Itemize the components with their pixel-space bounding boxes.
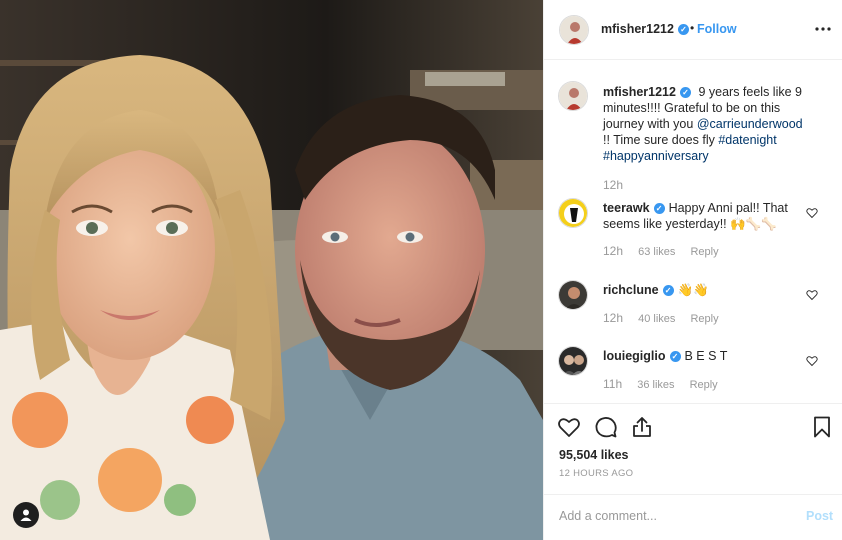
commenter-avatar[interactable] [558,198,588,228]
reply-button[interactable]: Reply [690,313,718,325]
post-comment-button[interactable]: Post [806,509,833,523]
verified-badge-icon: ✓ [653,203,665,215]
author-avatar[interactable] [558,81,588,111]
caption-body-2: !! Time sure does fly [603,133,719,147]
heart-icon[interactable] [557,415,581,439]
user-tag-icon [20,509,32,521]
comment-body: B E S T [684,349,728,363]
caption-text: mfisher1212 ✓ 9 years feels like 9 minute… [603,84,813,164]
user-tag-button[interactable] [13,502,39,528]
comments-list[interactable]: mfisher1212 ✓ 9 years feels like 9 minute… [544,61,842,403]
verified-badge-icon: ✓ [677,24,689,36]
heart-icon[interactable] [806,289,818,301]
bookmark-icon[interactable] [810,415,834,439]
comment-meta: 12h 40 likes Reply [603,311,731,325]
hashtag-link[interactable]: #datenight [718,133,776,147]
comment-likes[interactable]: 36 likes [637,379,674,391]
comment-text: richclune ✓ 👋👋 [603,282,813,298]
comment-time[interactable]: 12h [603,244,623,258]
caption-time[interactable]: 12h [603,178,623,192]
comment-composer: Add a comment... Post [544,494,842,540]
commenter-avatar[interactable] [558,346,588,376]
comment-emoji: 👋👋 [677,283,709,297]
comment-time[interactable]: 12h [603,311,623,325]
heart-icon[interactable] [806,355,818,367]
caption-meta: 12h [603,178,635,192]
comment-meta: 12h 63 likes Reply [603,244,731,258]
comment-username[interactable]: teerawk ✓ [603,201,665,215]
post-photo[interactable] [0,0,543,540]
verified-badge-icon: ✓ [679,87,691,99]
mention-link[interactable]: @carrieunderwood [697,117,803,131]
verified-badge-icon: ✓ [669,351,681,363]
post-header: mfisher1212 ✓ • Follow [544,0,842,60]
comment-likes[interactable]: 63 likes [638,246,675,258]
comment-likes[interactable]: 40 likes [638,313,675,325]
comment-username[interactable]: louiegiglio ✓ [603,349,681,363]
author-avatar[interactable] [559,15,589,45]
heart-icon[interactable] [806,207,818,219]
verified-badge-icon: ✓ [662,285,674,297]
reply-button[interactable]: Reply [690,246,718,258]
caption-username[interactable]: mfisher1212 ✓ [603,85,691,99]
hashtag-link[interactable]: #happyanniversary [603,149,709,163]
comment-text: louiegiglio ✓ B E S T [603,348,813,364]
reply-button[interactable]: Reply [690,379,718,391]
comment-username[interactable]: richclune ✓ [603,283,674,297]
separator-dot: • [690,21,695,35]
comment-time[interactable]: 11h [603,377,622,391]
commenter-avatar[interactable] [558,280,588,310]
likes-count[interactable]: 95,504 likes [559,448,629,462]
comment-emoji: 🙌🦴🦴 [730,217,777,231]
follow-button[interactable]: Follow [697,22,737,36]
post-timestamp[interactable]: 12 HOURS AGO [559,468,633,479]
photo-illustration [0,0,543,540]
share-icon[interactable] [630,415,654,439]
post-side-panel: mfisher1212 ✓ • Follow mfisher1212 ✓ 9 y… [543,0,842,540]
comment-text: teerawk ✓ Happy Anni pal!! That seems like… [603,200,813,232]
more-options-icon[interactable] [813,20,833,38]
author-username[interactable]: mfisher1212 ✓ [601,22,689,36]
comment-meta: 11h 36 likes Reply [603,377,730,391]
comment-input[interactable]: Add a comment... [559,509,657,523]
post-actions: 95,504 likes 12 HOURS AGO Add a comment.… [544,403,842,540]
comment-icon[interactable] [594,415,618,439]
